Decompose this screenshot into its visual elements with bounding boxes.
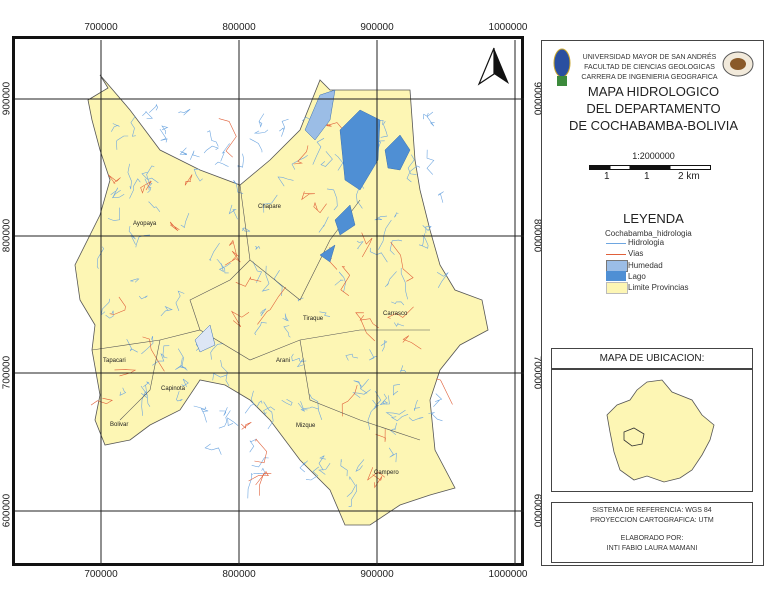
river-line (258, 113, 265, 128)
faculty-logo-icon (722, 51, 754, 77)
river-line (423, 112, 429, 120)
y-tick: 700000 (1, 355, 13, 390)
label-tapacari: Tapacari (103, 358, 126, 364)
road-line (218, 118, 237, 158)
road-line (254, 438, 268, 464)
label-carrasco: Carrasco (383, 311, 408, 317)
legend-item: Hidrologia (628, 238, 665, 247)
river-line (437, 191, 444, 203)
river-line (219, 407, 228, 416)
river-line (247, 473, 253, 499)
river-line (159, 128, 168, 143)
map-canvas[interactable]: Ayopaya Chapare Tiraque Carrasco Tapacar… (12, 36, 524, 566)
y-tick: 600000 (1, 493, 13, 528)
scale-bar (589, 165, 711, 170)
legend-item: Humedad (628, 261, 663, 270)
river-line (253, 129, 269, 134)
author-label: ELABORADO POR: (620, 535, 684, 542)
cochabamba-boundary (74, 74, 489, 526)
map-title: MAPA HIDROLOGICO DEL DEPARTAMENTO DE COC… (542, 83, 765, 134)
river-line (220, 143, 230, 162)
x-tick: 800000 (222, 22, 256, 33)
y-tick: 800000 (1, 218, 13, 253)
label-ayopaya: Ayopaya (133, 221, 157, 227)
river-line (190, 150, 200, 160)
legend-heading: LEYENDA (623, 211, 684, 226)
river-line (426, 149, 435, 175)
y-tick: 900000 (1, 81, 13, 116)
legend-layer: Cochabamba_hidrologia (605, 229, 692, 238)
river-line (179, 147, 188, 155)
river-line (214, 161, 229, 167)
location-title: MAPA DE UBICACION: (551, 348, 753, 369)
legend-item: Limite Provincias (628, 283, 689, 292)
umsa-logo-icon (553, 48, 571, 86)
x-tick: 900000 (360, 22, 394, 33)
label-mizque: Mizque (296, 423, 316, 429)
road-line (259, 473, 272, 496)
title-line: DE COCHABAMBA-BOLIVIA (568, 118, 739, 133)
title-line: MAPA HIDROLOGICO (587, 84, 720, 99)
river-line (227, 417, 239, 426)
river-line (279, 127, 284, 132)
x-tick: 800000 (222, 569, 256, 580)
x-tick: 900000 (360, 569, 394, 580)
north-arrow-icon (477, 47, 509, 86)
label-arani: Arani (276, 358, 290, 364)
river-line (426, 111, 435, 127)
scale-text: 1:2000000 (632, 151, 675, 161)
scale-label: 1 (604, 171, 610, 182)
legend-road-swatch (606, 254, 626, 255)
projection: PROYECCION CARTOGRAFICA: UTM (590, 517, 714, 524)
x-tick: 1000000 (488, 22, 528, 33)
legend-item: Lago (628, 272, 646, 281)
river-line (433, 393, 443, 407)
author-name: INTI FABIO LAURA MAMANI (606, 545, 698, 552)
river-line (204, 443, 222, 455)
river-line (193, 405, 207, 410)
river-line (200, 408, 209, 423)
river-line (206, 130, 219, 147)
scale-label: 2 km (678, 171, 700, 182)
legend-river-swatch (606, 243, 626, 244)
river-line (281, 118, 289, 137)
label-campero: Campero (374, 470, 399, 476)
river-line (178, 108, 191, 116)
legend-item: Vias (628, 249, 644, 258)
label-bolivar: Bolivar (110, 422, 128, 428)
road-line (240, 422, 252, 430)
x-tick: 700000 (84, 569, 118, 580)
credits-box: SISTEMA DE REFERENCIA: WGS 84 PROYECCION… (551, 502, 753, 563)
x-tick: 1000000 (488, 569, 528, 580)
river-line (249, 138, 263, 153)
institution-line: CARRERA DE INGENIERIA GEOGRAFICA (581, 74, 718, 81)
reference-system: SISTEMA DE REFERENCIA: WGS 84 (592, 507, 712, 514)
location-map (551, 369, 753, 492)
scale-label: 1 (644, 171, 650, 182)
x-tick: 700000 (84, 22, 118, 33)
institution-line: UNIVERSIDAD MAYOR DE SAN ANDRÉS (582, 54, 717, 61)
river-line (203, 145, 219, 154)
title-line: DEL DEPARTAMENTO (586, 101, 721, 116)
info-panel: UNIVERSIDAD MAYOR DE SAN ANDRÉS FACULTAD… (541, 40, 764, 566)
bolivia-outline (606, 379, 715, 483)
river-line (161, 125, 169, 135)
institution-line: FACULTAD DE CIENCIAS GEOLOGICAS (584, 64, 715, 71)
label-chapare: Chapare (258, 204, 282, 210)
legend-lake-swatch (606, 271, 626, 281)
river-line (142, 111, 153, 119)
legend-province-swatch (606, 282, 628, 294)
label-capinota: Capinota (161, 386, 186, 392)
river-line (148, 103, 159, 113)
label-tiraque: Tiraque (303, 316, 324, 322)
